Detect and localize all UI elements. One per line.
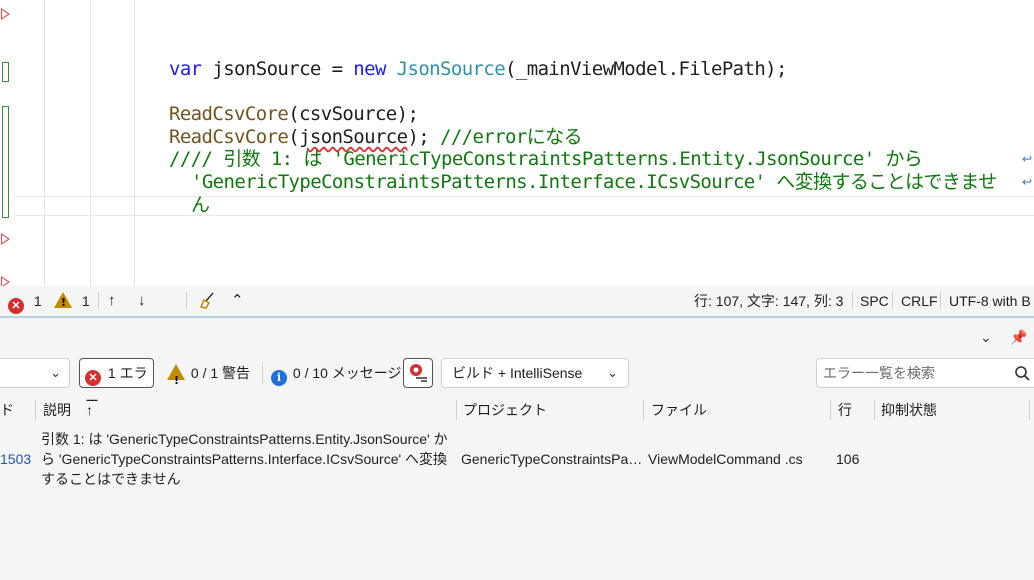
column-description[interactable]: 説明: [43, 396, 71, 424]
panel-header: ⌄ 📌: [0, 318, 1034, 354]
info-icon: i: [271, 370, 287, 386]
error-project: GenericTypeConstraintsPa…: [461, 451, 643, 467]
indent-guide: [134, 0, 135, 286]
search-icon: [1015, 366, 1030, 381]
error-icon: ✕: [85, 370, 101, 386]
column-divider[interactable]: [643, 400, 644, 420]
chevron-down-icon: ⌄: [607, 365, 618, 380]
scope-dropdown[interactable]: ⌄: [0, 358, 70, 388]
messages-filter-label: 0 / 10 メッセージ: [292, 365, 402, 381]
column-file[interactable]: ファイル: [651, 396, 707, 424]
error-description: ら 'GenericTypeConstraintsPatterns.Interf…: [41, 451, 448, 467]
indent-guide: [90, 0, 91, 286]
editor-status-bar: ✕ 1 1 ↑ ↓ ⌃ 行: 107, 文字: 147, 列: 3 SPC CR…: [0, 286, 1034, 316]
column-code[interactable]: ド: [0, 396, 14, 424]
paren: );: [407, 126, 430, 148]
word-wrap-icon: ↩: [1022, 152, 1033, 166]
arguments: (_mainViewModel.FilePath);: [505, 58, 787, 80]
error-count[interactable]: ✕ 1: [8, 292, 42, 314]
comment-line[interactable]: 'GenericTypeConstraintsPatterns.Interfac…: [191, 171, 997, 194]
code-editor[interactable]: var jsonSource = new JsonSource(_mainVie…: [0, 0, 1034, 286]
line-ending[interactable]: CRLF: [901, 292, 938, 310]
broom-icon[interactable]: [198, 290, 218, 309]
next-issue-icon[interactable]: ↓: [138, 292, 146, 310]
arguments: (csvSource);: [288, 103, 419, 125]
build-scope-label: ビルド + IntelliSense: [452, 365, 583, 381]
build-scope-dropdown[interactable]: ビルド + IntelliSense ⌄: [441, 358, 629, 388]
error-description: 引数 1: は 'GenericTypeConstraintsPatterns.…: [41, 431, 448, 447]
keyword: new: [353, 58, 386, 80]
error-list-header: ド 説明 ↑ プロジェクト ファイル 行 抑制状態: [0, 396, 1034, 424]
divider: [262, 362, 263, 384]
error-list-toolbar: ⌄ ✕ 1 エラー 0 / 1 警告 i 0 / 10 メッセージ ビルド + …: [0, 358, 1034, 409]
change-indicator: [2, 62, 9, 82]
type-name: JsonSource: [396, 58, 506, 80]
column-project[interactable]: プロジェクト: [463, 396, 547, 424]
column-divider[interactable]: [874, 400, 875, 420]
breakpoint-marker-icon[interactable]: [1, 8, 10, 20]
warning-count[interactable]: 1: [54, 292, 90, 312]
divider: [852, 292, 853, 310]
code-line[interactable]: ReadCsvCore(csvSource);: [169, 103, 419, 126]
warnings-filter-label: 0 / 1 警告: [190, 365, 251, 381]
keyword: var: [169, 58, 202, 80]
file-encoding[interactable]: UTF-8 with B: [949, 292, 1034, 310]
build-filter-toggle[interactable]: [403, 358, 433, 388]
warnings-filter-button[interactable]: 0 / 1 警告: [167, 358, 251, 396]
method-name: ReadCsvCore: [169, 126, 289, 148]
error-icon: ✕: [8, 298, 24, 314]
error-list-search-input[interactable]: エラー一覧を検索: [816, 358, 1034, 388]
error-description: することはできません: [41, 471, 181, 487]
column-divider[interactable]: [456, 400, 457, 420]
warning-count-value: 1: [81, 293, 90, 309]
comment-line[interactable]: //// 引数 1: は 'GenericTypeConstraintsPatt…: [169, 148, 923, 171]
column-suppression[interactable]: 抑制状態: [881, 396, 937, 424]
warning-icon: [54, 292, 72, 312]
previous-issue-icon[interactable]: ↑: [108, 292, 116, 310]
error-file: ViewModelCommand .cs: [648, 451, 803, 467]
breakpoint-marker-icon[interactable]: [1, 233, 10, 245]
comment: ///errorになる: [429, 126, 583, 148]
filter-icon: [410, 364, 427, 382]
error-code-link[interactable]: 1503: [0, 449, 31, 469]
error-count-value: 1: [33, 293, 42, 309]
chevron-down-icon[interactable]: ⌄: [980, 330, 992, 346]
column-divider[interactable]: [35, 400, 36, 420]
change-indicator: [2, 106, 9, 218]
method-name: ReadCsvCore: [169, 103, 289, 125]
chevron-down-icon: ⌄: [50, 365, 61, 380]
error-list-panel: ⌄ 📌 ⌄ ✕ 1 エラー 0 / 1 警告 i 0 / 10 メッセージ ビル…: [0, 318, 1034, 580]
comment-line[interactable]: ん: [191, 194, 210, 217]
code-line[interactable]: var jsonSource = new JsonSource(_mainVie…: [169, 58, 787, 81]
warning-icon: [167, 364, 185, 396]
sort-ascending-icon[interactable]: ↑: [86, 396, 93, 424]
table-row[interactable]: 1503 引数 1: は 'GenericTypeConstraintsPatt…: [0, 426, 1034, 492]
column-line[interactable]: 行: [838, 396, 852, 424]
paren: (: [288, 126, 300, 148]
messages-filter-button[interactable]: i 0 / 10 メッセージ: [271, 358, 402, 388]
whitespace-mode[interactable]: SPC: [860, 292, 889, 310]
word-wrap-icon: ↩: [1022, 175, 1033, 189]
cursor-position[interactable]: 行: 107, 文字: 147, 列: 3: [694, 292, 843, 310]
column-divider[interactable]: [830, 400, 831, 420]
breakpoint-marker-icon[interactable]: [1, 276, 10, 286]
divider: [892, 292, 893, 310]
chevron-up-icon[interactable]: ⌃: [231, 292, 244, 310]
identifier: jsonSource =: [201, 58, 354, 80]
divider: [98, 292, 99, 310]
error-line: 106: [836, 451, 860, 467]
column-divider[interactable]: [1029, 400, 1030, 420]
code-line[interactable]: ReadCsvCore(jsonSource); ///errorになる: [169, 126, 583, 149]
current-line-highlight: [14, 196, 1034, 216]
search-placeholder: エラー一覧を検索: [823, 365, 935, 381]
divider: [940, 292, 941, 310]
pin-icon[interactable]: 📌: [1010, 330, 1027, 346]
error-squiggle-argument[interactable]: jsonSource: [299, 126, 408, 148]
divider: [186, 292, 187, 310]
indent-guide: [44, 0, 45, 286]
errors-filter-button[interactable]: ✕ 1 エラー: [79, 358, 154, 409]
